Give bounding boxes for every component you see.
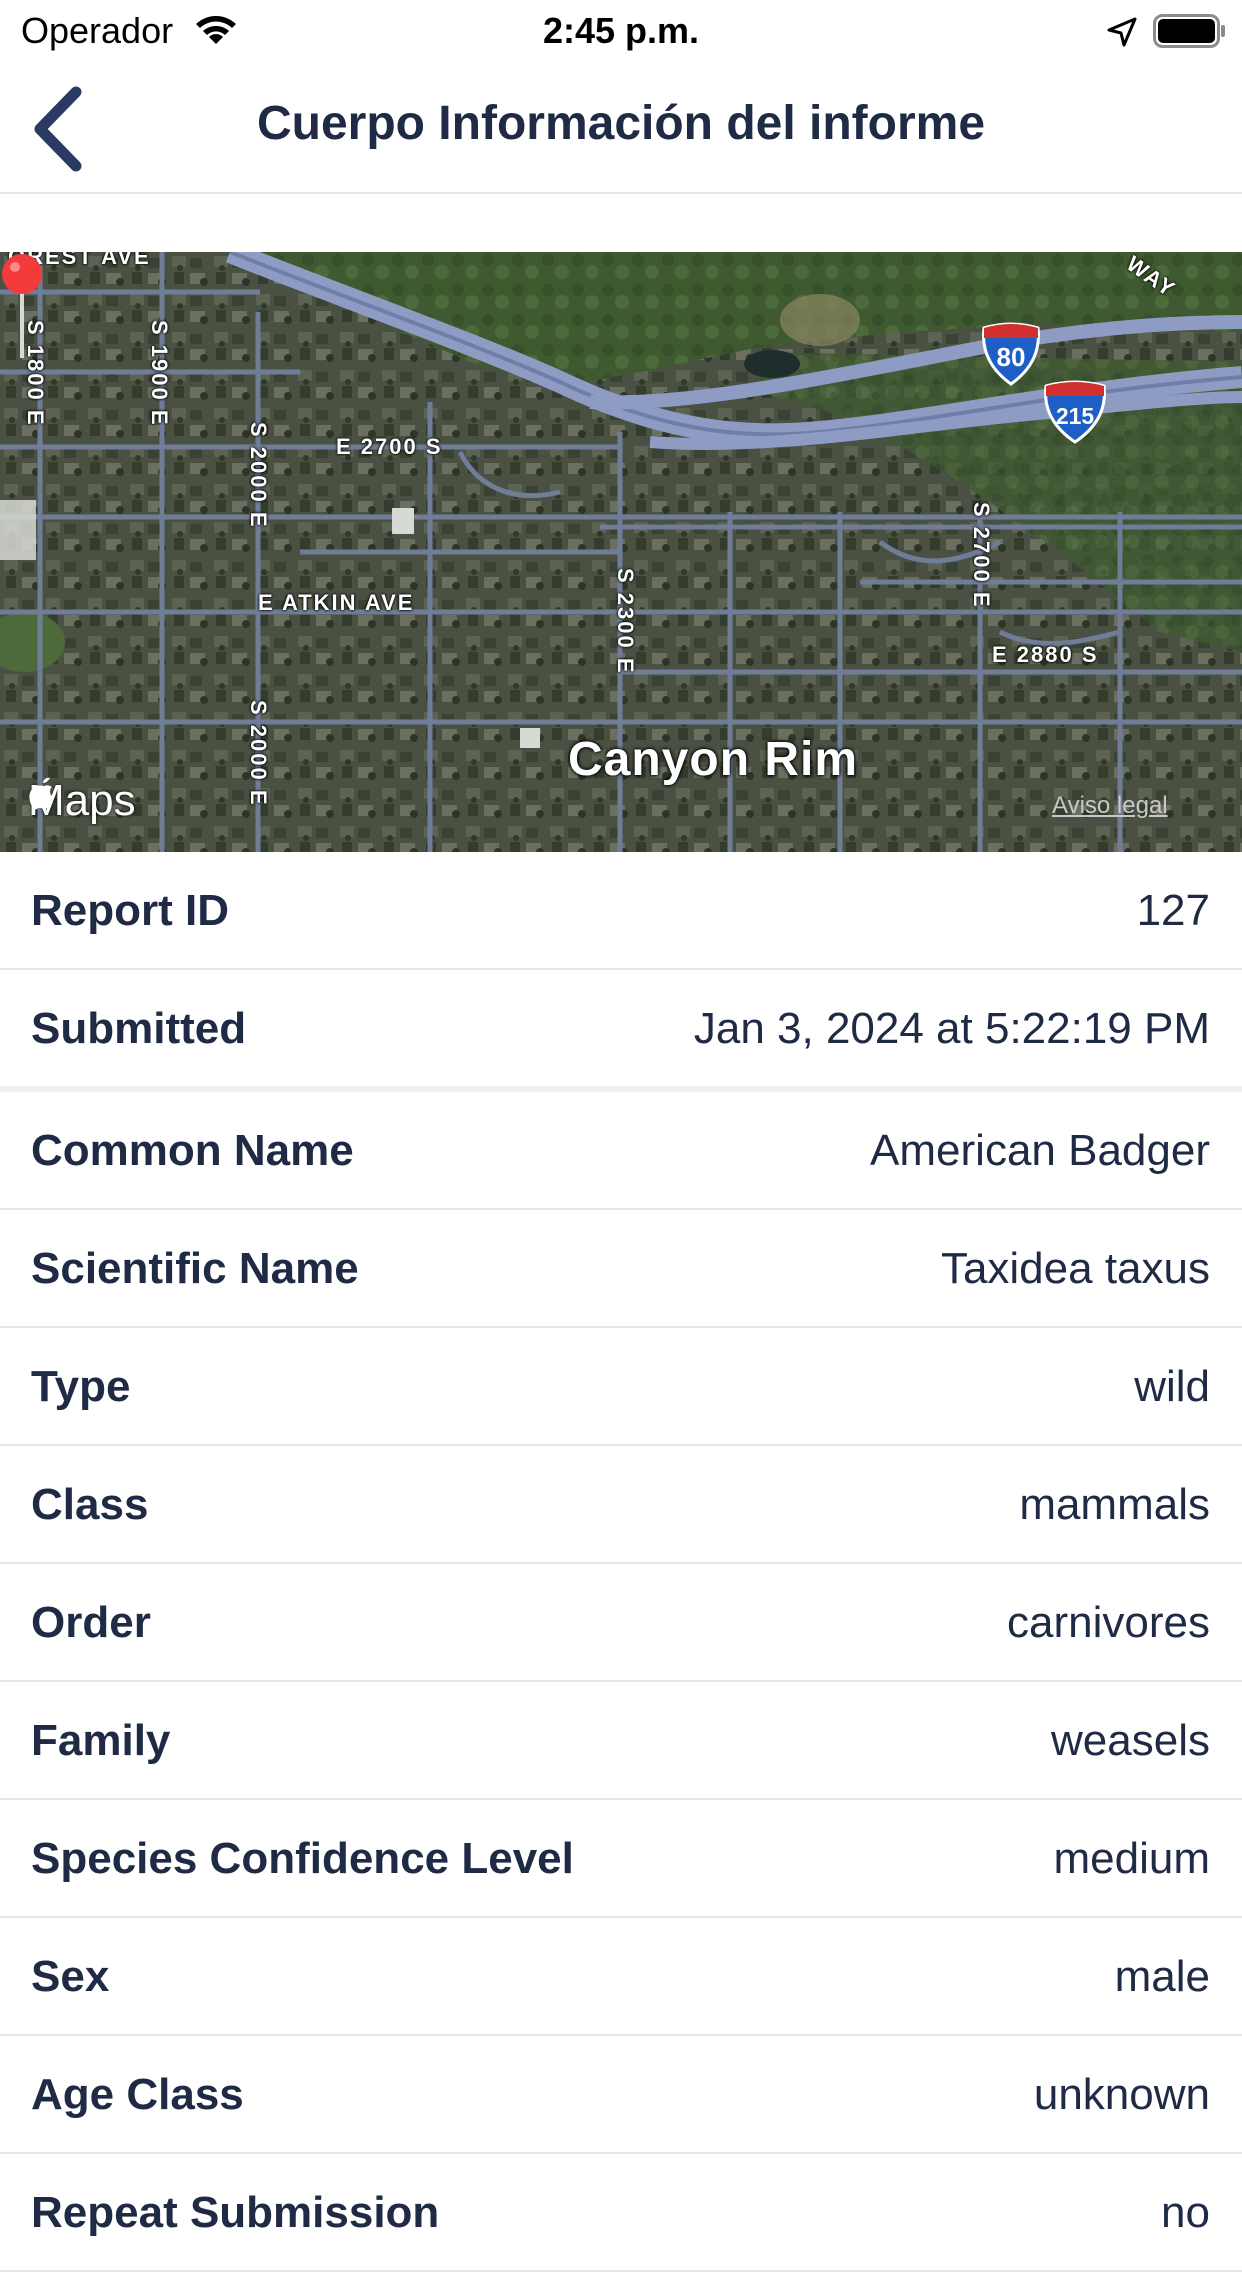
interstate-shield-icon: 80 (982, 322, 1040, 386)
row-label: Type (31, 1362, 131, 1411)
detail-row-repeat-submission: Repeat Submission no (0, 2154, 1242, 2272)
shield-80-label: 80 (997, 342, 1026, 372)
row-label: Order (31, 1598, 151, 1647)
detail-row-common-name: Common Name American Badger (0, 1092, 1242, 1210)
detail-row-type: Type wild (0, 1328, 1242, 1446)
status-bar: Operador 2:45 p.m. (0, 0, 1242, 62)
detail-row-age-class: Age Class unknown (0, 2036, 1242, 2154)
row-value: unknown (1033, 2070, 1210, 2119)
map-street-label: E 2880 S (992, 642, 1099, 667)
location-map[interactable]: OREST AVE S 1800 E S 1900 E S 2000 E E 2… (0, 252, 1242, 852)
row-value: no (1161, 2188, 1210, 2237)
detail-row-scientific-name: Scientific Name Taxidea taxus (0, 1210, 1242, 1328)
map-street-label: S 2300 E (613, 568, 638, 675)
row-label: Sex (31, 1952, 110, 2001)
row-value: Jan 3, 2024 at 5:22:19 PM (693, 1004, 1210, 1053)
row-label: Age Class (31, 2070, 244, 2119)
detail-row-report-id: Report ID 127 (0, 852, 1242, 970)
map-street-label: S 2000 E (246, 700, 271, 807)
map-street-label: S 1900 E (147, 320, 172, 427)
row-value: male (1114, 1952, 1210, 2001)
detail-row-order: Order carnivores (0, 1564, 1242, 1682)
detail-row-class: Class mammals (0, 1446, 1242, 1564)
row-value: weasels (1051, 1716, 1210, 1765)
apple-logo-icon (29, 777, 53, 810)
row-label: Repeat Submission (31, 2188, 440, 2237)
map-pin-icon[interactable] (0, 252, 44, 360)
maps-attribution: Maps (28, 776, 136, 826)
row-value: 127 (1136, 886, 1210, 935)
row-label: Submitted (31, 1004, 247, 1053)
row-label: Scientific Name (31, 1244, 359, 1293)
detail-row-sex: Sex male (0, 1918, 1242, 2036)
map-street-label: E ATKIN AVE (258, 590, 415, 615)
report-details-list: Report ID 127 Submitted Jan 3, 2024 at 5… (0, 852, 1242, 2272)
row-value: Taxidea taxus (940, 1244, 1210, 1293)
battery-icon (1153, 14, 1225, 48)
detail-row-family: Family weasels (0, 1682, 1242, 1800)
shield-215-label: 215 (1056, 403, 1095, 429)
location-arrow-icon (1107, 17, 1137, 47)
status-time: 2:45 p.m. (542, 10, 700, 51)
legal-link[interactable]: Aviso legal (1052, 792, 1168, 820)
row-label: Class (31, 1480, 149, 1529)
interstate-shield-icon: 215 (1044, 380, 1106, 444)
row-value: carnivores (1007, 1598, 1210, 1647)
row-value: medium (1053, 1834, 1211, 1883)
map-street-label: S 2000 E (246, 422, 271, 529)
page-title: Cuerpo Información del informe (256, 97, 986, 150)
row-label: Report ID (31, 886, 229, 935)
map-street-label: S 2700 E (969, 502, 994, 609)
detail-row-submitted: Submitted Jan 3, 2024 at 5:22:19 PM (0, 970, 1242, 1092)
detail-row-species-confidence: Species Confidence Level medium (0, 1800, 1242, 1918)
map-place-label: Canyon Rim (568, 733, 859, 786)
row-value: mammals (1019, 1480, 1210, 1529)
row-label: Species Confidence Level (31, 1834, 574, 1883)
row-label: Family (31, 1716, 171, 1765)
row-value: American Badger (870, 1126, 1210, 1175)
map-street-label: E 2700 S (336, 434, 443, 459)
navigation-bar: Cuerpo Información del informe (0, 62, 1242, 194)
row-value: wild (1134, 1362, 1210, 1411)
row-label: Common Name (31, 1126, 354, 1175)
